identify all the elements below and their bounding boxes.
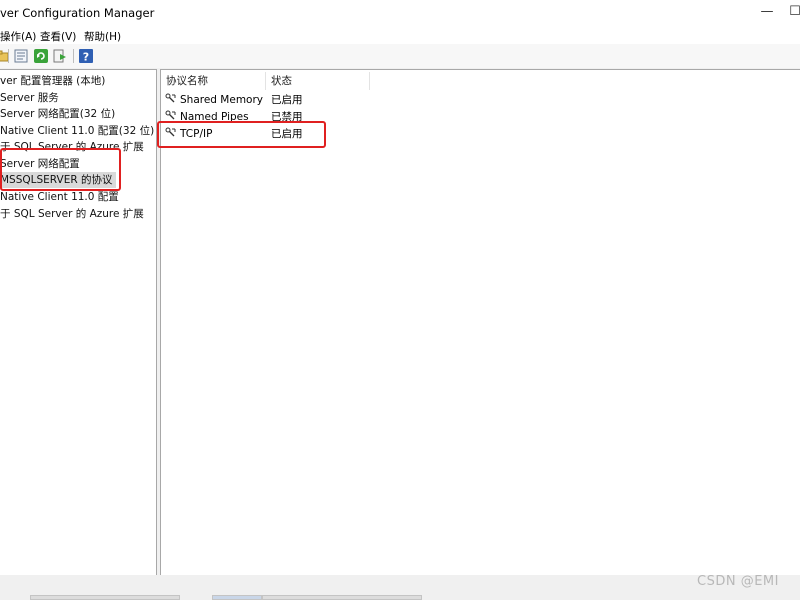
menu-view[interactable]: 查看(V) (40, 29, 76, 44)
watermark: CSDN @EMI (697, 574, 779, 589)
protocol-icon (165, 93, 176, 103)
properties-icon[interactable] (13, 48, 29, 64)
toolbar-separator (8, 49, 9, 63)
protocol-name-cell: Shared Memory (165, 92, 263, 109)
menu-help[interactable]: 帮助(H) (84, 29, 121, 44)
title-bar: ver Configuration Manager — ☐ (0, 0, 800, 26)
toolbar: ? (0, 44, 800, 69)
protocol-row[interactable]: Shared Memory 已启用 (161, 92, 800, 109)
tree-item-root[interactable]: ver 配置管理器 (本地) (0, 73, 105, 89)
tree-item-native-client[interactable]: Native Client 11.0 配置 (0, 189, 119, 205)
tree-item-network-config-32[interactable]: Server 网络配置(32 位) (0, 106, 115, 122)
status-bar (0, 575, 800, 600)
maximize-button[interactable]: ☐ (784, 3, 800, 21)
menu-action[interactable]: 操作(A) (0, 29, 36, 44)
window-title: ver Configuration Manager (0, 6, 155, 20)
menu-bar: 操作(A) 查看(V) 帮助(H) (0, 26, 800, 45)
tree-item-native-client-32[interactable]: Native Client 11.0 配置(32 位) (0, 123, 154, 139)
column-header-protocol-name[interactable]: 协议名称 (161, 72, 266, 90)
highlight-box-tree (0, 148, 121, 191)
tree-item-azure-extension[interactable]: 于 SQL Server 的 Azure 扩展 (0, 206, 144, 222)
protocol-name: Shared Memory (180, 94, 264, 106)
toolbar-separator (73, 49, 74, 63)
minimize-button[interactable]: — (756, 3, 778, 21)
status-segment (262, 595, 422, 600)
highlight-box-tcpip (157, 121, 326, 148)
status-segment (212, 595, 262, 600)
protocol-status: 已启用 (271, 94, 303, 106)
export-icon[interactable] (52, 48, 68, 64)
refresh-icon[interactable] (33, 48, 49, 64)
status-segment (30, 595, 180, 600)
column-header-status[interactable]: 状态 (266, 72, 370, 90)
tree-pane[interactable]: ver 配置管理器 (本地) Server 服务 Server 网络配置(32 … (0, 69, 157, 576)
svg-text:?: ? (83, 51, 89, 64)
tree-item-services[interactable]: Server 服务 (0, 90, 59, 106)
help-icon[interactable]: ? (78, 48, 94, 64)
